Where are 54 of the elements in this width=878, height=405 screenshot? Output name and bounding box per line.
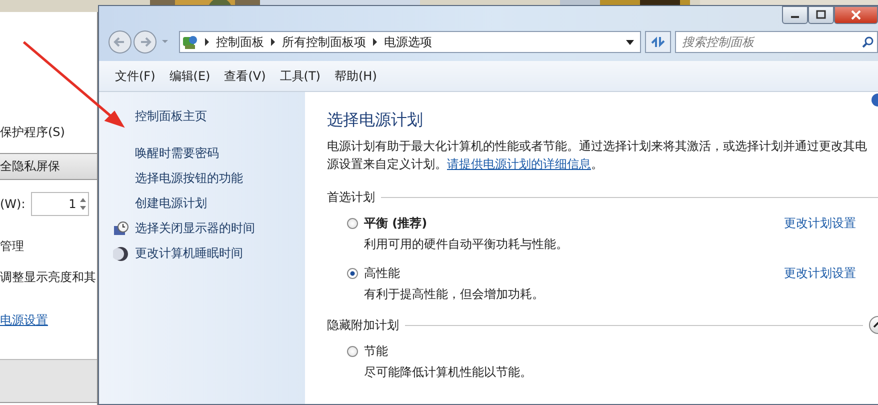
moon-icon	[113, 246, 129, 262]
maximize-icon	[816, 10, 826, 20]
radio-button[interactable]	[347, 346, 358, 357]
sidebar-link[interactable]: 更改计算机睡眠时间	[135, 245, 243, 262]
chevron-icon	[204, 38, 210, 46]
refresh-button[interactable]	[645, 31, 671, 53]
menu-item[interactable]: 工具(T)	[280, 68, 320, 84]
radio-button[interactable]	[347, 268, 358, 279]
sidebar-link[interactable]: 控制面板主页	[135, 108, 207, 125]
radio-button[interactable]	[347, 218, 358, 229]
sidebar-link[interactable]: 选择电源按钮的功能	[135, 170, 243, 187]
sidebar-link[interactable]: 创建电源计划	[135, 195, 207, 212]
close-icon	[851, 10, 861, 20]
monitor-clock-icon	[113, 220, 129, 236]
plan-name: 平衡 (推荐)	[364, 215, 428, 232]
page-title: 选择电源计划	[327, 110, 424, 131]
close-button[interactable]	[834, 6, 878, 24]
setting-label: 保护程序(S)	[0, 124, 66, 141]
number-spinner[interactable]: 1	[31, 192, 90, 216]
field-label: (W):	[0, 197, 26, 211]
plan-name: 节能	[364, 343, 388, 360]
menu-item[interactable]: 帮助(H)	[334, 68, 377, 84]
refresh-icon	[650, 34, 666, 50]
dropdown-icon[interactable]	[626, 40, 634, 44]
search-field[interactable]: 搜索控制面板	[675, 31, 878, 53]
group-title: 隐藏附加计划	[327, 316, 399, 334]
control-panel-icon	[182, 34, 198, 50]
chevron-icon	[372, 38, 378, 46]
plan-settings-link[interactable]: 更改计划设置	[784, 265, 856, 282]
group-title: 首选计划	[327, 188, 375, 206]
plan-description: 尽可能降低计算机性能以节能。	[363, 364, 533, 381]
setting-label: 管理	[0, 238, 25, 255]
breadcrumb-item[interactable]: 所有控制面板项	[282, 34, 366, 50]
address-bar[interactable]: 控制面板 所有控制面板项 电源选项	[179, 31, 641, 53]
search-icon	[862, 36, 874, 48]
plan-description: 有利于提高性能，但会增加功耗。	[363, 286, 545, 303]
plan-name: 高性能	[364, 265, 400, 282]
minimize-button[interactable]	[782, 6, 808, 24]
menu-item[interactable]: 编辑(E)	[169, 68, 210, 84]
menu-item[interactable]: 查看(V)	[224, 68, 266, 84]
description-text: 电源计划有助于最大化计算机的性能或者节能。通过选择计划来将其激活，或选择计划并通过更改其电源设置来自定义计划。请提供电源计划的详细信息。	[327, 138, 868, 173]
menu-item[interactable]: 文件(F)	[115, 68, 156, 84]
plan-description: 利用可用的硬件自动平衡功耗与性能。	[363, 236, 569, 253]
chevron-icon	[270, 38, 276, 46]
breadcrumb-item[interactable]: 控制面板	[216, 34, 264, 50]
plan-settings-link[interactable]: 更改计划设置	[784, 215, 856, 232]
settings-link[interactable]: 电源设置	[0, 312, 97, 329]
sidebar-link[interactable]: 唤醒时需要密码	[135, 145, 219, 162]
setting-label: 调整显示亮度和其	[0, 269, 97, 286]
details-link[interactable]: 请提供电源计划的详细信息	[447, 157, 591, 171]
sidebar-link[interactable]: 选择关闭显示器的时间	[135, 220, 255, 237]
breadcrumb-item[interactable]: 电源选项	[384, 34, 432, 50]
section-header: 全隐私屏保	[0, 153, 97, 180]
maximize-button[interactable]	[808, 6, 834, 24]
